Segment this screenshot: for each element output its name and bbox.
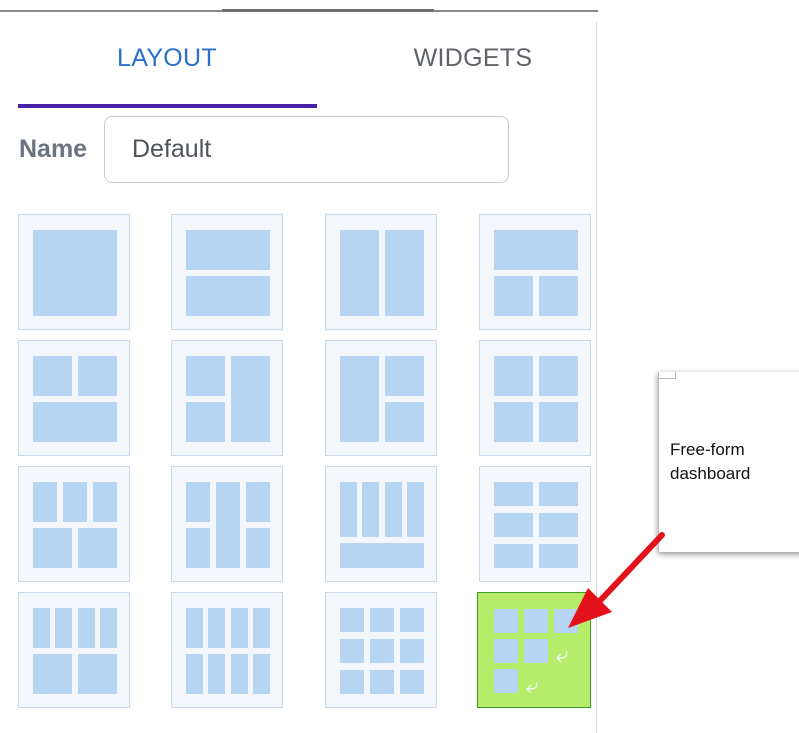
layout-two-left-column-right-icon [186, 356, 270, 442]
layout-tile-two-rows[interactable] [171, 214, 283, 330]
layout-tile-column-left-two-right[interactable] [325, 340, 437, 456]
layout-tile-free-form[interactable]: ⤶ ⤶ [477, 592, 591, 708]
layout-tile-two-left-column-right[interactable] [171, 340, 283, 456]
layout-tile-three-by-three-grid[interactable] [325, 592, 437, 708]
layout-four-top-row-bottom-icon [340, 482, 424, 568]
layout-two-columns-icon [340, 230, 424, 316]
tooltip-callout: Free-form dashboard [658, 372, 799, 552]
active-tab-indicator [18, 104, 317, 108]
panel-right-border [596, 22, 597, 733]
return-arrow-icon: ⤶ [556, 643, 568, 668]
name-input[interactable] [104, 116, 509, 183]
tab-widgets[interactable]: WIDGETS [348, 44, 598, 80]
layout-tile-two-columns-three-rows[interactable] [479, 466, 591, 582]
panel-drag-handle[interactable] [222, 9, 434, 12]
layout-free-form-icon: ⤶ ⤶ [494, 609, 578, 699]
layout-tile-two-by-two-grid[interactable] [479, 340, 591, 456]
return-arrow-icon: ⤶ [526, 674, 538, 699]
layout-tile-four-by-two-grid[interactable] [171, 592, 283, 708]
layout-three-top-two-bottom-icon [33, 482, 117, 568]
layout-three-by-three-grid-icon [340, 608, 424, 694]
layout-four-by-two-grid-icon [186, 608, 270, 694]
layout-wide-center-column-sides-icon [186, 482, 270, 568]
layout-tile-top-row-two-bottom[interactable] [479, 214, 591, 330]
layout-two-by-two-grid-icon [494, 356, 578, 442]
layout-single-icon [33, 230, 117, 316]
layout-tile-four-top-row-bottom[interactable] [325, 466, 437, 582]
layout-tile-single[interactable] [18, 214, 130, 330]
name-label: Name [19, 135, 88, 163]
layout-top-row-two-bottom-icon [494, 230, 578, 316]
layout-tile-two-columns[interactable] [325, 214, 437, 330]
tab-layout[interactable]: LAYOUT [42, 44, 292, 80]
layout-two-columns-three-rows-icon [494, 482, 578, 568]
layout-tile-wide-center-column-sides[interactable] [171, 466, 283, 582]
layout-tile-four-top-two-bottom[interactable] [18, 592, 130, 708]
layout-tile-three-top-two-bottom[interactable] [18, 466, 130, 582]
layout-four-top-two-bottom-icon [33, 608, 117, 694]
layout-two-rows-icon [186, 230, 270, 316]
callout-text: Free-form dashboard [670, 440, 751, 483]
callout-notch [659, 372, 676, 379]
layout-two-top-row-bottom-icon [33, 356, 117, 442]
layout-column-left-two-right-icon [340, 356, 424, 442]
layout-tile-two-top-row-bottom[interactable] [18, 340, 130, 456]
